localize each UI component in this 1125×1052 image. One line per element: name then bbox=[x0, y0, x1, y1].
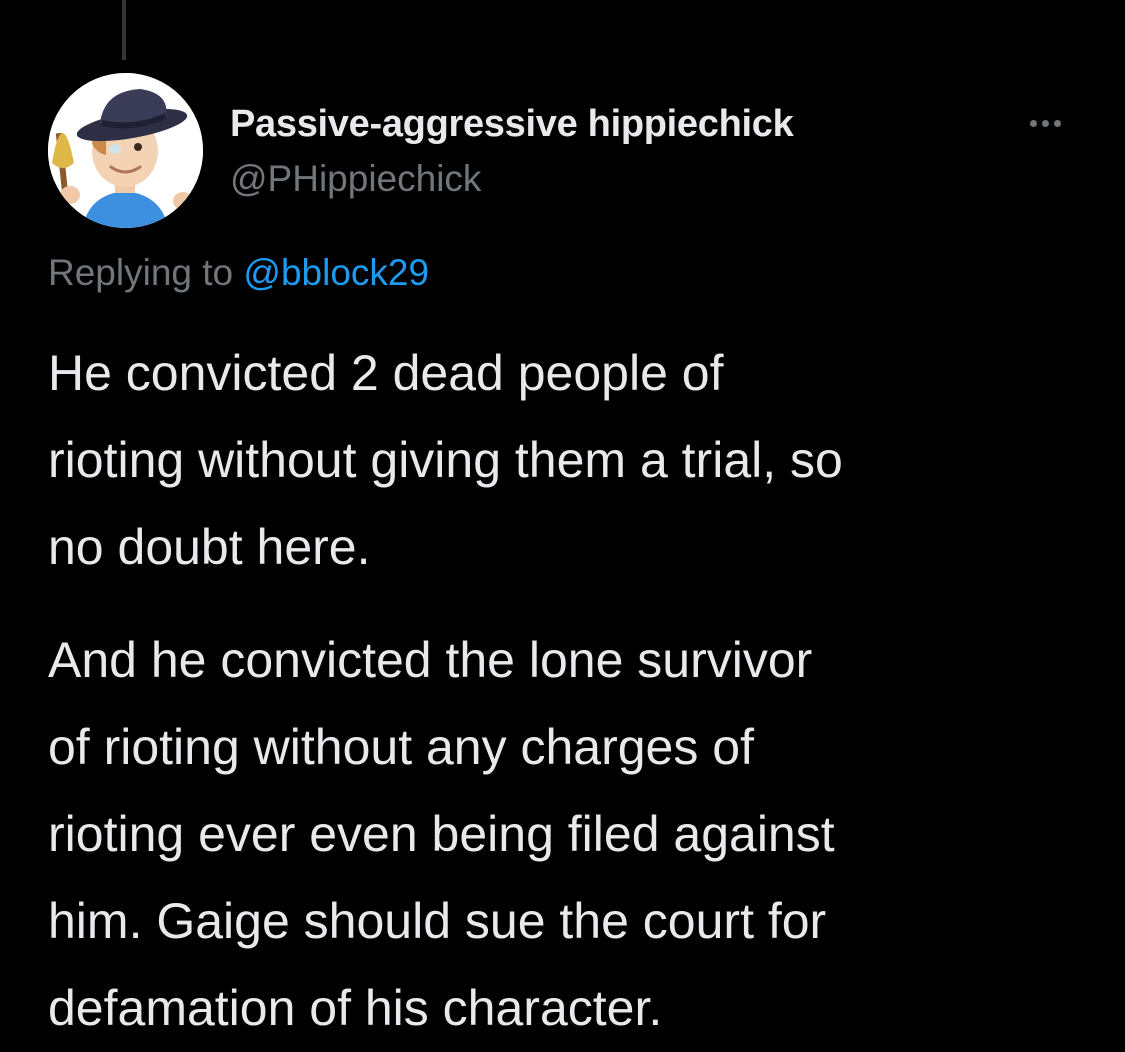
tweet-text: He convicted 2 dead people of rioting wi… bbox=[48, 330, 1098, 1052]
tweet-paragraph: He convicted 2 dead people of rioting wi… bbox=[48, 345, 843, 575]
thread-connector-line bbox=[122, 0, 126, 60]
author-avatar[interactable] bbox=[48, 73, 203, 228]
tweet-paragraph: And he convicted the lone survivor of ri… bbox=[48, 632, 835, 1036]
more-options-icon-dot bbox=[1053, 119, 1061, 127]
more-options-icon-dot bbox=[1041, 119, 1049, 127]
author-display-name[interactable]: Passive-aggressive hippiechick bbox=[230, 103, 794, 146]
reply-context: Replying to @bblock29 bbox=[48, 252, 429, 294]
more-options-icon bbox=[1029, 119, 1037, 127]
reply-mention-link[interactable]: @bblock29 bbox=[243, 252, 429, 293]
memoji-avatar-icon bbox=[48, 73, 203, 228]
more-options-button[interactable] bbox=[1015, 108, 1075, 138]
reply-context-prefix: Replying to bbox=[48, 252, 244, 293]
author-handle[interactable]: @PHippiechick bbox=[230, 158, 481, 200]
